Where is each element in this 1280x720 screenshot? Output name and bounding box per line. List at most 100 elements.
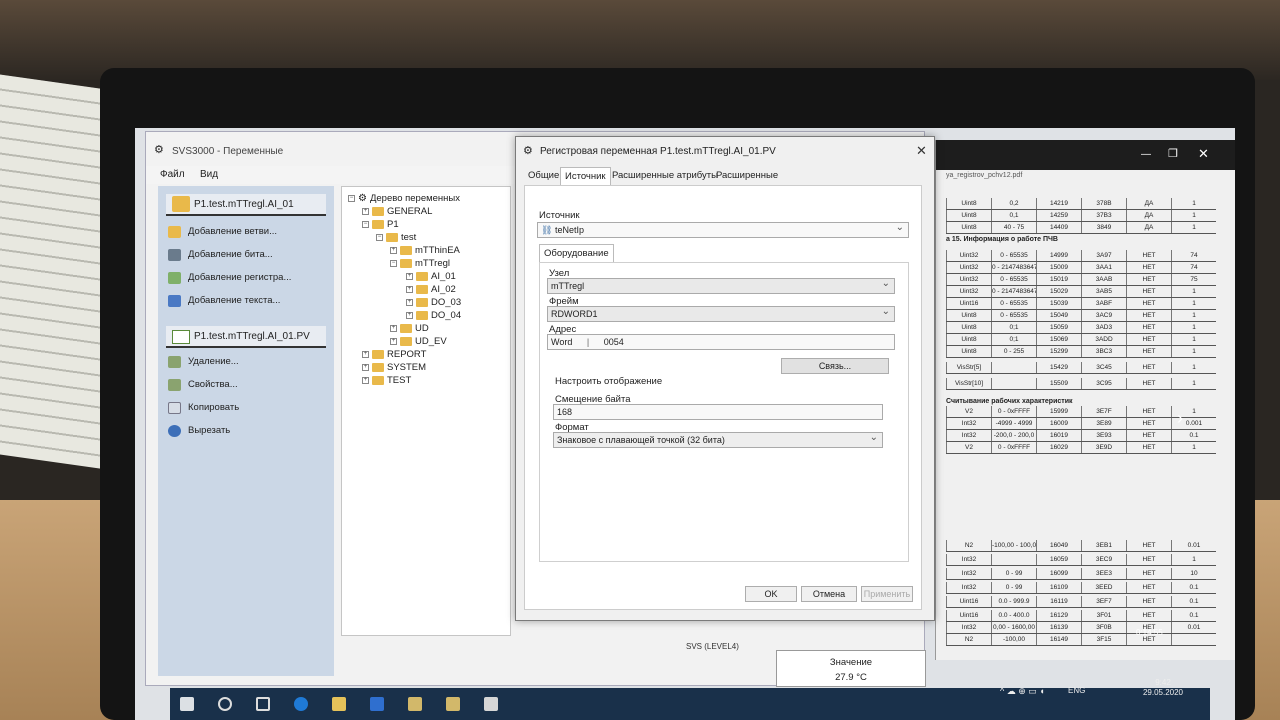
collapse-icon[interactable]: −	[390, 260, 397, 267]
add-text-button[interactable]: Добавление текста...	[164, 291, 329, 311]
task-view-icon[interactable]	[256, 697, 270, 711]
language-indicator[interactable]: ENG	[1068, 686, 1085, 695]
source-tab-panel: Источник ⛓ teNetIp Оборудование Узел mTT…	[524, 185, 922, 610]
chevron-right-icon[interactable]: ›	[1177, 408, 1183, 429]
pdf-table-cell: 0 - 0xFFFF	[991, 406, 1036, 417]
pdf-table-cell: 3F0B	[1081, 622, 1126, 633]
start-icon[interactable]	[180, 697, 194, 711]
tree-node-report[interactable]: + REPORT	[362, 349, 426, 360]
tray-icons[interactable]: ^ ☁ ⊕ ▭ ◖	[1000, 686, 1045, 697]
tree-node-general[interactable]: + GENERAL	[362, 206, 432, 217]
edge-icon[interactable]	[294, 697, 308, 711]
node-select[interactable]: mTTregl	[547, 277, 895, 294]
add-register-button[interactable]: Добавление регистра...	[164, 268, 329, 288]
app-icon[interactable]	[408, 697, 422, 711]
expand-icon[interactable]: +	[390, 338, 397, 345]
pdf-table-cell: НЕТ	[1126, 430, 1171, 441]
cut-button[interactable]: Вырезать	[164, 421, 329, 441]
film-icon[interactable]	[484, 697, 498, 711]
byte-offset-input[interactable]: 168	[553, 404, 883, 420]
tab-hardware[interactable]: Оборудование	[539, 244, 614, 262]
explorer-icon[interactable]	[332, 697, 346, 711]
tab-extended[interactable]: Расширенные	[712, 167, 782, 185]
tree-node-do03[interactable]: + DO_03	[406, 297, 461, 308]
tree-node-ai01[interactable]: + AI_01	[406, 271, 456, 282]
expand-icon[interactable]: +	[362, 208, 369, 215]
collapse-icon[interactable]: −	[376, 234, 383, 241]
pdf-table-cell: 10	[1171, 568, 1216, 579]
close-icon[interactable]: ✕	[1198, 146, 1209, 162]
format-select[interactable]: Знаковое с плавающей точкой (32 бита)	[553, 431, 883, 448]
clock[interactable]: 9:42 29.05.2020	[1133, 678, 1193, 698]
menu-view[interactable]: Вид	[200, 169, 218, 180]
pdf-table-cell: 16139	[1036, 622, 1081, 633]
pdf-table-cell: НЕТ	[1126, 334, 1171, 345]
cancel-button[interactable]: Отмена	[801, 586, 857, 602]
tree-node-test-root[interactable]: + TEST	[362, 375, 411, 386]
tree-node-system[interactable]: + SYSTEM	[362, 362, 426, 373]
expand-icon[interactable]: +	[362, 377, 369, 384]
ok-button[interactable]: OK	[745, 586, 797, 602]
expand-icon[interactable]: +	[406, 286, 413, 293]
pdf-toolbar: — ❐ ✕	[936, 140, 1235, 170]
display-settings-label: Настроить отображение	[555, 376, 663, 387]
pdf-table-cell: 3EC9	[1081, 554, 1126, 565]
expand-icon[interactable]: +	[390, 247, 397, 254]
tree-node-p1[interactable]: − P1	[362, 219, 399, 230]
pdf-tab-title[interactable]: ya_registrov_pchv12.pdf	[946, 172, 1022, 179]
restore-icon[interactable]: ❐	[1168, 147, 1178, 160]
collapse-icon[interactable]: −	[348, 195, 355, 202]
pdf-table-cell: НЕТ	[1126, 582, 1171, 593]
search-icon[interactable]	[218, 697, 232, 711]
tab-general[interactable]: Общие	[524, 167, 563, 185]
delete-button[interactable]: Удаление...	[164, 352, 329, 372]
link-button[interactable]: Связь...	[781, 358, 889, 374]
tree-node-ud-ev[interactable]: + UD_EV	[390, 336, 447, 347]
frame-select[interactable]: RDWORD1	[547, 305, 895, 322]
add-bit-button[interactable]: Добавление бита...	[164, 245, 329, 265]
tree-node-ud[interactable]: + UD	[390, 323, 429, 334]
close-icon[interactable]: ✕	[916, 143, 927, 159]
expand-icon[interactable]: +	[406, 273, 413, 280]
pdf-table-row: Int32 -4999 - 4999 16009 3E89 НЕТ 0.001	[946, 418, 1216, 430]
app-grid-icon[interactable]	[370, 697, 384, 711]
menu-file[interactable]: Файл	[160, 169, 185, 180]
tree-node-mtthinea[interactable]: + mTThinEA	[390, 245, 460, 256]
tab-source[interactable]: Источник	[560, 167, 611, 185]
expand-icon[interactable]: +	[390, 325, 397, 332]
pdf-table-cell: 1	[1171, 334, 1216, 345]
minimize-icon[interactable]: —	[1141, 149, 1151, 160]
apply-button[interactable]: Применить	[861, 586, 913, 602]
tree-node-do04[interactable]: + DO_04	[406, 310, 461, 321]
pdf-table-cell: 1	[1171, 310, 1216, 321]
tree-node-mttregl[interactable]: − mTTregl	[390, 258, 450, 269]
collapse-icon[interactable]: −	[362, 221, 369, 228]
address-field[interactable]: Word | 0054	[547, 334, 895, 350]
copy-button[interactable]: Копировать	[164, 398, 329, 418]
add-branch-button[interactable]: Добавление ветви...	[164, 222, 329, 242]
folder-icon[interactable]	[446, 697, 460, 711]
add-bit-icon	[168, 249, 181, 261]
add-register-label: Добавление регистра...	[188, 272, 292, 283]
pdf-table-row: Uint32 0 - 65535 15019 3AAB НЕТ 75	[946, 274, 1216, 286]
expand-icon[interactable]: +	[362, 364, 369, 371]
expand-icon[interactable]: +	[362, 351, 369, 358]
source-select[interactable]: ⛓ teNetIp	[537, 221, 909, 238]
value-readout: 27.9 °C	[835, 672, 867, 683]
pdf-table-cell: 1	[1171, 222, 1216, 233]
properties-button[interactable]: Свойства...	[164, 375, 329, 395]
expand-icon[interactable]: +	[406, 312, 413, 319]
pdf-table-cell: 3E93	[1081, 430, 1126, 441]
folder-icon	[400, 337, 412, 346]
tree-node-ai02[interactable]: + AI_02	[406, 284, 456, 295]
tree-root[interactable]: − ⚙ Дерево переменных	[348, 193, 460, 204]
expand-icon[interactable]: +	[406, 299, 413, 306]
pdf-table-cell: -100,00 - 100,00	[991, 540, 1036, 551]
pdf-table-cell: 15039	[1036, 298, 1081, 309]
tree-node-test[interactable]: − test	[376, 232, 416, 243]
pdf-table-cell: 16049	[1036, 540, 1081, 551]
tab-extended-attributes[interactable]: Расширенные атрибуты	[608, 167, 722, 185]
pdf-table-cell: -100,00	[991, 634, 1036, 645]
pdf-table-cell: 3EE3	[1081, 568, 1126, 579]
clock-time: 9:42	[1155, 678, 1171, 687]
